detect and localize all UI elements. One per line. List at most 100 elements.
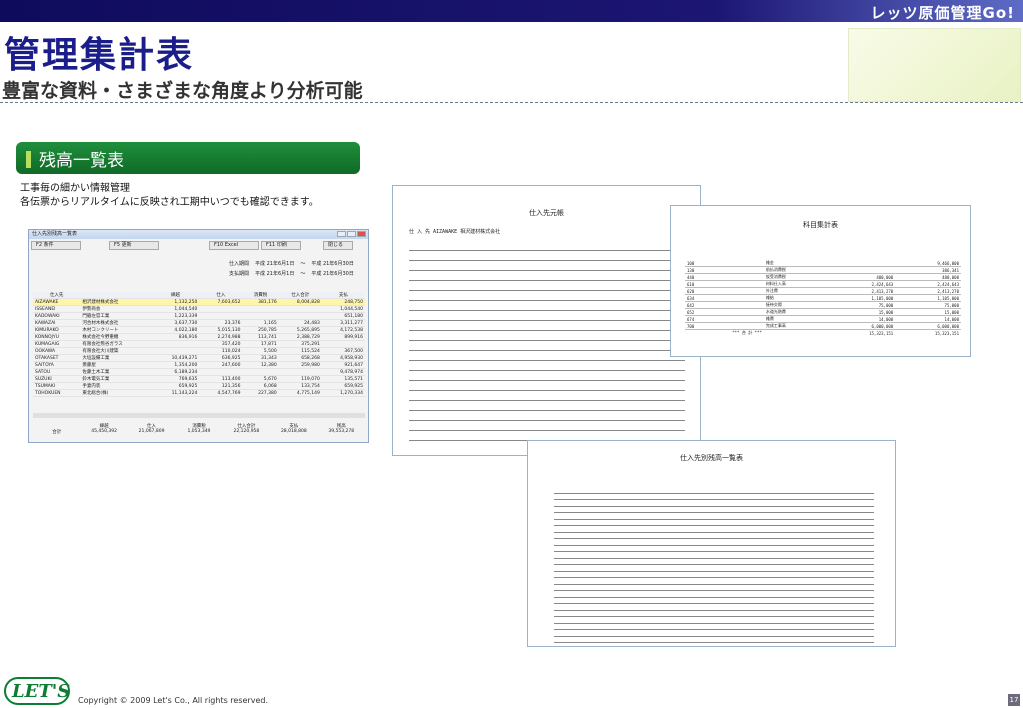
- table-cell: 658,268: [278, 354, 322, 362]
- table-cell: 769,635: [151, 375, 200, 383]
- table-cell: 115,524: [278, 347, 322, 355]
- account-cell: 480,000: [829, 273, 896, 281]
- account-cell: 652: [685, 308, 764, 316]
- ruled-line: [554, 551, 874, 552]
- page-subtitle: 豊富な資料・さまざまな角度より分析可能: [2, 80, 363, 102]
- table-cell: 1,270,334: [321, 389, 365, 397]
- ruled-line: [409, 300, 685, 301]
- table-cell: 659,925: [321, 382, 365, 390]
- table-row[interactable]: AIZAWAKE 相沢建材株式会社 1,132,250 7,603,652 381,17…: [33, 298, 365, 306]
- table-row[interactable]: OOKAWA 有限会社大川建築 110,024 5,500 115,524 367,500: [33, 347, 365, 355]
- table-cell: KAWAZAI: [33, 319, 81, 327]
- ruled-line: [409, 430, 685, 431]
- ruled-line: [409, 360, 685, 361]
- close-button[interactable]: 閉じる: [323, 241, 353, 250]
- account-cell: 14,000: [829, 315, 896, 323]
- table-row[interactable]: TOHOKUEN 東北総合(株) 11,143,224 4,547,769 227,38…: [33, 389, 365, 397]
- table-cell: 1,132,250: [151, 298, 200, 306]
- table-cell: 4,958,930: [321, 354, 365, 362]
- report-supplier: 仕 入 先 AIZAWAKE 相沢建材株式会社: [409, 229, 501, 235]
- ruled-line: [554, 577, 874, 578]
- table-row[interactable]: KIMURAKO 木村コンクリート 4,022,180 5,015,130 250,78…: [33, 326, 365, 334]
- account-cell: 75,000: [829, 301, 896, 309]
- table-cell: [278, 368, 322, 376]
- app-titlebar: 仕入先別残高一覧表: [29, 230, 368, 239]
- page-number: 17: [1008, 694, 1020, 706]
- condition-button[interactable]: F2 条件: [31, 241, 81, 250]
- account-row: 642 接待交際 75,000 75,000: [685, 301, 961, 309]
- account-cell: 610: [685, 280, 764, 288]
- table-row[interactable]: SUZUKI 鈴木電気工業 769,635 113,400 5,670 119,070 13…: [33, 375, 365, 383]
- totals-value: 1,053,349: [187, 429, 211, 434]
- table-row[interactable]: KUMAGAIG 有限会社熊谷ガラス 357,420 17,871 375,291: [33, 340, 365, 348]
- table-row[interactable]: KADOWAKI 門脇左官工業 1,223,339 651,180: [33, 312, 365, 320]
- ruled-line: [409, 280, 685, 281]
- table-cell: 636,925: [199, 354, 243, 362]
- table-cell: 836,916: [151, 333, 200, 341]
- table-row[interactable]: TSUMAKI 手妻内装 659,925 121,356 6,068 133,754 659…: [33, 382, 365, 390]
- table-row[interactable]: SAITOYA 斎藤屋 1,354,200 247,600 12,380 259,980 9…: [33, 361, 365, 369]
- table-cell: 24,483: [278, 319, 322, 327]
- ruled-line: [554, 557, 874, 559]
- table-cell: 9,478,974: [321, 368, 365, 376]
- table-cell: KUMAGAIG: [33, 340, 81, 348]
- table-row[interactable]: KAWAZAI 河合材木株式会社 3,637,730 23,376 1,165 24,48…: [33, 319, 365, 327]
- report-lines: [409, 241, 685, 441]
- close-icon[interactable]: [357, 231, 366, 237]
- excel-button[interactable]: F10 Excel: [209, 241, 259, 250]
- account-cell: 1,105,000: [895, 294, 961, 302]
- account-row: 634 雑給 1,105,000 1,105,000: [685, 294, 961, 302]
- horizontal-scrollbar[interactable]: [33, 413, 365, 418]
- table-cell: 921,647: [321, 361, 365, 369]
- table-cell: 10,439,271: [151, 354, 200, 362]
- account-cell: 1,105,000: [829, 294, 896, 302]
- period-filters: 仕入期間 平成 21年6月1日 〜 平成 21年6月30日 支払期間 平成 21…: [229, 259, 368, 279]
- table-row[interactable]: KONNOJYU 株式会社今野重機 836,916 2,274,988 113,741 2…: [33, 333, 365, 341]
- print-button[interactable]: F11 印刷: [261, 241, 301, 250]
- table-cell: 5,265,895: [278, 326, 322, 334]
- table-cell: 113,400: [199, 375, 243, 383]
- table-cell: 11,143,224: [151, 389, 200, 397]
- account-row: 674 雑費 14,000 14,000: [685, 315, 961, 323]
- table-cell: 2,274,988: [199, 333, 243, 341]
- totals-value: 39,553,278: [328, 429, 355, 434]
- ruled-line: [409, 380, 685, 381]
- ruled-line: [409, 400, 685, 401]
- section-marker: [26, 151, 31, 168]
- account-cell: 雑給: [763, 294, 821, 302]
- account-cell: [829, 266, 896, 274]
- account-summary-report: 科目集計表 100 雑金 9,466,000 130 前払消費税 386,341 440 仮受…: [670, 205, 971, 357]
- maximize-icon[interactable]: [347, 231, 356, 237]
- table-cell: [321, 340, 365, 348]
- table-cell: 有限会社大川建築: [80, 347, 152, 355]
- company-logo: LET'S: [4, 677, 70, 705]
- table-cell: 121,356: [199, 382, 243, 390]
- section-header: 残高一覧表: [16, 142, 360, 174]
- account-cell: 完成工事高: [763, 322, 821, 330]
- table-row[interactable]: ISSEANEI 伊勢商会 1,044,540 1,044,540: [33, 305, 365, 313]
- minimize-icon[interactable]: [337, 231, 346, 237]
- account-summary-table: 100 雑金 9,466,000 130 前払消費税 386,341 440 仮受消費税 480…: [685, 260, 961, 336]
- ruled-line: [409, 330, 685, 331]
- account-cell: 674: [685, 315, 764, 323]
- ruled-line: [409, 270, 685, 271]
- table-cell: [199, 305, 243, 313]
- description-line-2: 各伝票からリアルタイムに反映され工期中いつでも確認できます。: [20, 197, 319, 208]
- table-cell: ISSEANEI: [33, 305, 81, 313]
- table-row[interactable]: SATOU 佐藤土木工業 6,189,234 9,478,974: [33, 368, 365, 376]
- window-controls: [337, 231, 366, 237]
- table-cell: 木村コンクリート: [80, 326, 152, 334]
- table-cell: 119,070: [278, 375, 322, 383]
- table-cell: 門脇左官工業: [80, 312, 152, 320]
- table-cell: 1,044,540: [151, 305, 200, 313]
- refresh-button[interactable]: F5 更新: [109, 241, 159, 250]
- table-cell: SUZUKI: [33, 375, 81, 383]
- table-cell: SAITOYA: [33, 361, 81, 369]
- logo-text: LET'S: [12, 681, 71, 702]
- ruled-line: [554, 622, 874, 624]
- ruled-line: [409, 320, 685, 321]
- table-cell: 4,547,769: [199, 389, 243, 397]
- table-row[interactable]: OTAKASET 大垣設備工業 10,439,271 636,925 31,343 658…: [33, 354, 365, 362]
- table-cell: 2,388,729: [278, 333, 322, 341]
- ruled-line: [554, 629, 874, 630]
